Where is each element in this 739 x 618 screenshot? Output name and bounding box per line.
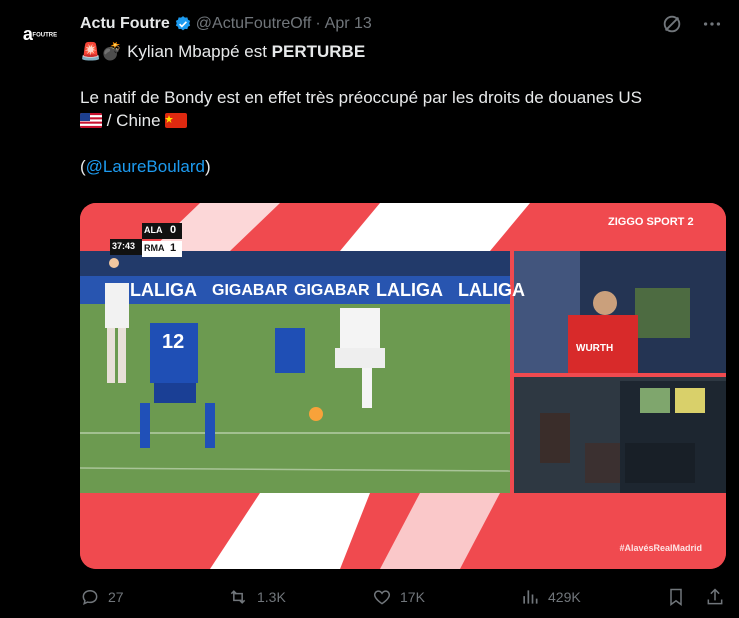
match-clock: 37:43 (112, 241, 136, 251)
repost-count: 1.3K (257, 589, 286, 605)
like-button[interactable]: 17K (372, 585, 425, 609)
grok-icon[interactable] (661, 13, 683, 35)
ad-board-gigabar-1: GIGABAR (212, 282, 288, 299)
broadcaster-logo: ZIGGO SPORT 2 (608, 216, 694, 228)
share-icon (707, 588, 723, 605)
more-options-icon[interactable] (701, 13, 723, 35)
verified-badge-icon (175, 16, 190, 31)
separator: · (315, 15, 321, 32)
bookmark-icon (670, 588, 682, 606)
reply-count: 27 (108, 589, 124, 605)
tweet-media-image[interactable]: ALA 0 RMA 1 37:43 ZIGGO SPORT 2 LALIGA G… (80, 203, 726, 569)
account-handle[interactable]: @ActuFoutreOff (196, 15, 312, 33)
ad-board-gigabar-2: GIGABAR (294, 282, 370, 299)
player-number: 12 (162, 331, 185, 353)
tweet-line-3: / Chine (80, 109, 719, 132)
reply-icon (82, 589, 98, 606)
account-name[interactable]: Actu Foutre (80, 15, 170, 33)
ad-board-laliga-1: LALIGA (130, 280, 197, 300)
heart-icon (373, 590, 391, 605)
bold-word: PERTURBE (271, 42, 366, 61)
mention-link[interactable]: @LaureBoulard (86, 157, 205, 176)
media-scene (80, 203, 726, 569)
score-away: 1 (170, 242, 177, 254)
score-home-team: ALA (144, 225, 163, 235)
view-count: 429K (548, 589, 581, 605)
avatar[interactable]: aFOUTRE (16, 10, 64, 58)
var-camera-view (514, 251, 726, 373)
bookmark-button[interactable] (666, 585, 694, 609)
var-badge: WURTH (576, 343, 614, 354)
views-button[interactable]: 429K (520, 585, 581, 609)
share-button[interactable] (705, 585, 733, 609)
tweet-line-1: 🚨💣 Kylian Mbappé est PERTURBE (80, 42, 366, 61)
repost-button[interactable]: 1.3K (227, 585, 286, 609)
repost-icon (230, 590, 246, 604)
tweet-date[interactable]: Apr 13 (325, 15, 372, 33)
tweet-header: Actu Foutre @ActuFoutreOff · Apr 13 (80, 12, 723, 36)
score-away-team: RMA (144, 243, 165, 253)
siren-bomb-emoji: 🚨💣 (80, 42, 123, 61)
tweet-line-4: (@LaureBoulard) (80, 157, 211, 176)
reply-button[interactable]: 27 (80, 585, 124, 609)
match-hashtag: #AlavésRealMadrid (619, 543, 702, 553)
us-flag-icon (80, 113, 102, 128)
ad-board-laliga-3: LALIGA (458, 280, 525, 300)
var-room-view (514, 377, 726, 493)
tweet-line-2: Le natif de Bondy est en effet très préo… (80, 88, 642, 107)
ad-board-laliga-2: LALIGA (376, 280, 443, 300)
views-icon (523, 590, 538, 604)
like-count: 17K (400, 589, 425, 605)
tweet-text: 🚨💣 Kylian Mbappé est PERTURBE Le natif d… (80, 40, 719, 178)
account-logo: aFOUTRE (22, 23, 58, 44)
china-flag-icon (165, 113, 188, 128)
action-bar: 27 1.3K 17K 429K (80, 585, 726, 609)
score-home: 0 (170, 224, 177, 236)
